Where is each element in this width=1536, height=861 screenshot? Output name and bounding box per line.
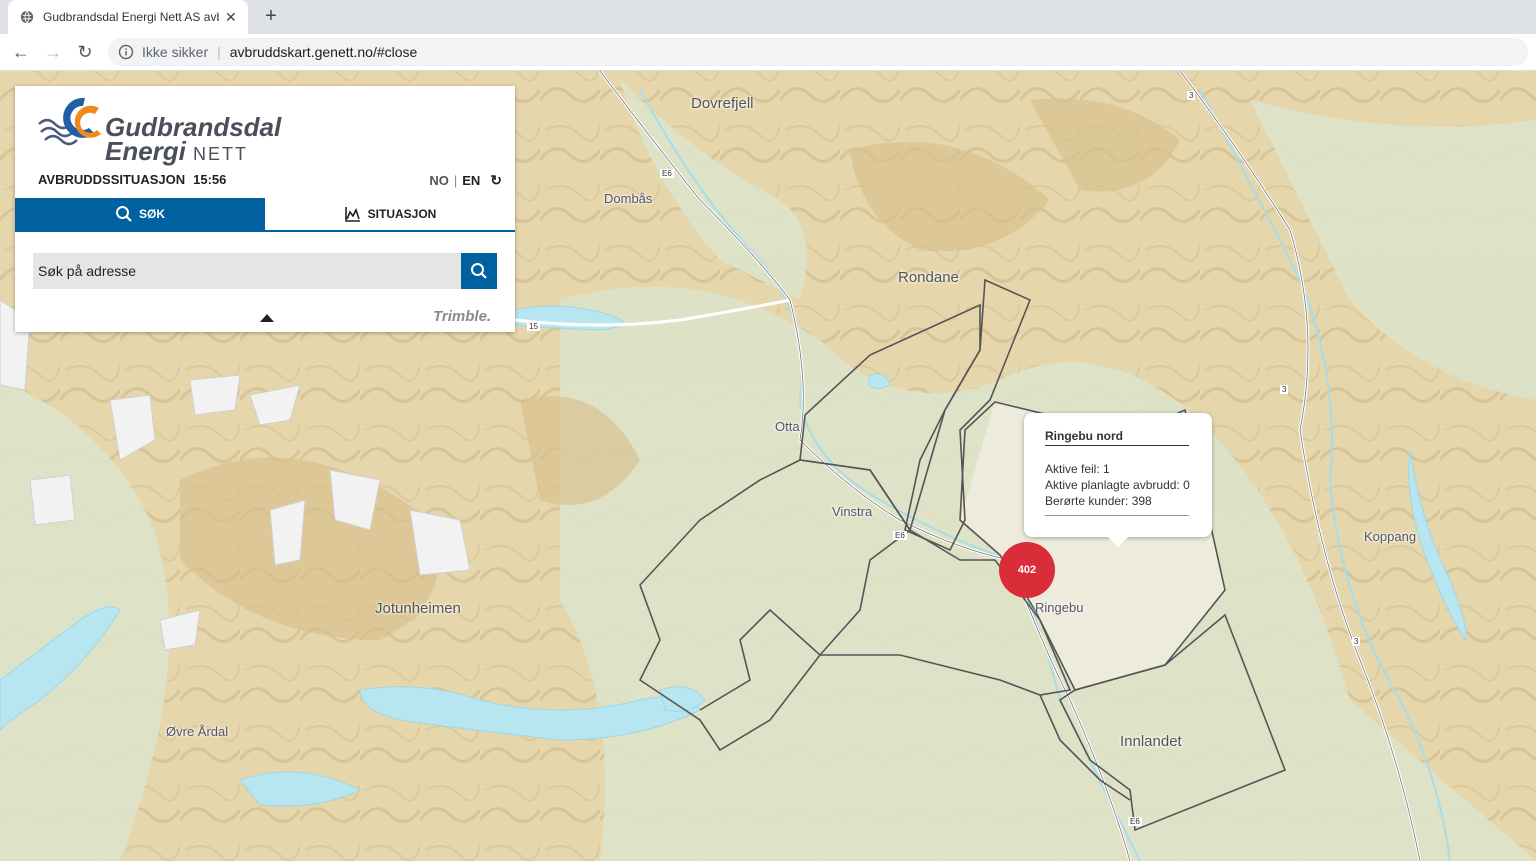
popup-planned-outages: Aktive planlagte avbrudd: 0 bbox=[1045, 478, 1190, 492]
info-icon[interactable] bbox=[118, 44, 134, 60]
status-row: AVBRUDDSSITUASJON 15:56 NO | EN ↻ bbox=[38, 172, 502, 190]
close-tab-icon[interactable]: ✕ bbox=[225, 9, 237, 26]
logo-mark: Gudbrandsdal Energi NETT bbox=[38, 97, 282, 166]
road-label-e6: E6 bbox=[893, 531, 907, 540]
trimble-logo: Trimble. bbox=[433, 308, 492, 325]
omnibox[interactable]: Ikke sikker | avbruddskart.genett.no/#cl… bbox=[108, 38, 1528, 66]
tab-search-label: SØK bbox=[138, 207, 165, 221]
tab-situation-label: SITUASJON bbox=[367, 207, 437, 221]
popup-divider bbox=[1045, 515, 1189, 516]
tab-situation[interactable]: SITUASJON bbox=[265, 198, 515, 230]
place-koppang: Koppang bbox=[1364, 529, 1417, 544]
address-search bbox=[33, 253, 461, 289]
search-icon bbox=[115, 206, 132, 222]
back-icon[interactable]: ← bbox=[10, 41, 32, 63]
security-label: Ikke sikker bbox=[142, 44, 209, 60]
tab-search[interactable]: SØK bbox=[15, 198, 265, 230]
logo-text-2: Energi bbox=[105, 136, 187, 166]
road-label-3: 3 bbox=[1280, 385, 1289, 394]
popup-title: Ringebu nord bbox=[1045, 429, 1189, 446]
road-label-e6: E6 bbox=[660, 169, 674, 178]
area-info-popup: Ringebu nord Aktive feil: 1 Aktive planl… bbox=[1024, 413, 1212, 547]
place-rondane: Rondane bbox=[898, 269, 959, 286]
reload-icon[interactable]: ↻ bbox=[74, 41, 96, 63]
road-label-15: 15 bbox=[527, 322, 540, 331]
status-label: AVBRUDDSSITUASJON bbox=[38, 172, 186, 187]
address-search-input[interactable] bbox=[33, 253, 448, 289]
road-label-e6: E6 bbox=[1128, 817, 1142, 826]
road-label-3: 3 bbox=[1352, 637, 1361, 646]
place-otta: Otta bbox=[775, 419, 800, 434]
lang-no-link[interactable]: NO bbox=[429, 173, 449, 188]
chart-icon bbox=[344, 207, 360, 222]
place-innlandet: Innlandet bbox=[1120, 733, 1182, 750]
company-logo: Gudbrandsdal Energi NETT bbox=[37, 94, 297, 166]
place-vinstra: Vinstra bbox=[832, 504, 873, 519]
new-tab-button[interactable]: + bbox=[260, 5, 282, 27]
forward-icon[interactable]: → bbox=[42, 41, 64, 63]
omnibox-separator: | bbox=[217, 44, 221, 60]
search-button[interactable] bbox=[461, 253, 497, 289]
panel-tabs: SØK SITUASJON bbox=[15, 198, 515, 232]
outage-cluster-marker[interactable]: 402 bbox=[999, 542, 1055, 598]
tab-title: Gudbrandsdal Energi Nett AS avbruddskart bbox=[43, 10, 219, 24]
place-ringebu: Ringebu bbox=[1035, 600, 1084, 615]
refresh-icon[interactable]: ↻ bbox=[490, 172, 502, 188]
url-text[interactable]: avbruddskart.genett.no/#close bbox=[230, 44, 418, 60]
language-switch: NO | EN ↻ bbox=[429, 172, 502, 189]
collapse-panel-icon[interactable] bbox=[260, 314, 274, 322]
address-bar: ← → ↻ Ikke sikker | avbruddskart.genett.… bbox=[0, 34, 1536, 71]
place-dovrefjell: Dovrefjell bbox=[691, 95, 754, 112]
browser-tab[interactable]: Gudbrandsdal Energi Nett AS avbruddskart… bbox=[8, 0, 248, 34]
logo-text-3: NETT bbox=[193, 144, 248, 164]
place-ovre-ardal: Øvre Årdal bbox=[166, 724, 229, 739]
road-label-3: 3 bbox=[1187, 91, 1196, 100]
popup-active-faults: Aktive feil: 1 bbox=[1045, 462, 1110, 476]
globe-icon bbox=[20, 10, 34, 24]
place-jotunheimen: Jotunheimen bbox=[375, 600, 461, 617]
lang-separator: | bbox=[453, 173, 458, 188]
control-panel: Gudbrandsdal Energi NETT AVBRUDDSSITUASJ… bbox=[15, 86, 515, 332]
browser-tab-bar: Gudbrandsdal Energi Nett AS avbruddskart… bbox=[0, 0, 1536, 34]
place-dombas: Dombås bbox=[604, 191, 653, 206]
search-icon bbox=[471, 263, 487, 279]
status-time: 15:56 bbox=[193, 172, 227, 187]
lang-en-link[interactable]: EN bbox=[462, 173, 480, 188]
popup-affected-customers: Berørte kunder: 398 bbox=[1045, 494, 1152, 508]
